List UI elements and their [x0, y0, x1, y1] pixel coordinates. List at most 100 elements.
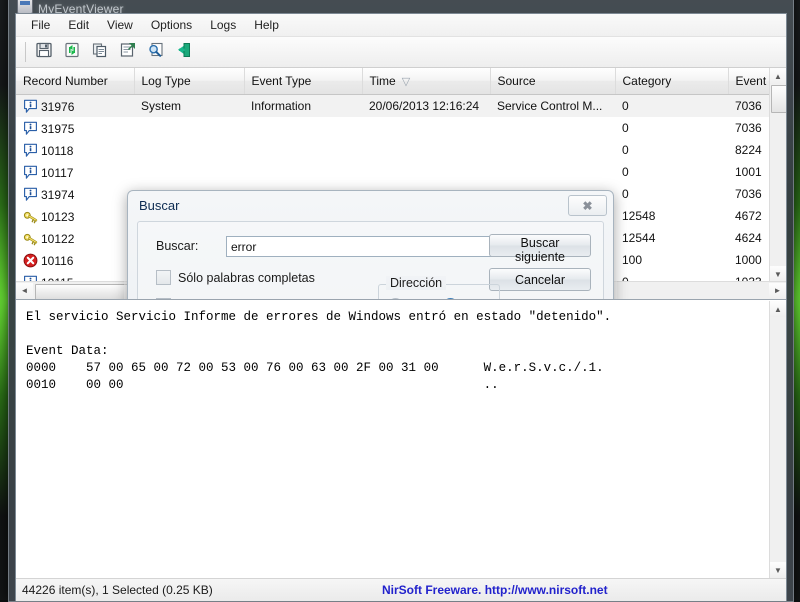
column-header-event-type[interactable]: Event Type — [244, 68, 362, 95]
cell-record-number: 10123 — [16, 205, 134, 227]
record-number-value: 10117 — [41, 166, 73, 180]
cell-event: 4624 — [728, 227, 770, 249]
event-list: Record Number Log Type Event Type Time▽ … — [16, 68, 786, 300]
find-dialog-title: Buscar — [128, 191, 613, 219]
checkbox-icon[interactable] — [156, 270, 171, 285]
cell-category: 12544 — [615, 227, 728, 249]
menu-item-file[interactable]: File — [22, 15, 59, 35]
search-input[interactable] — [226, 236, 508, 257]
find-next-button[interactable]: Buscar siguiente — [489, 234, 591, 257]
find-button[interactable] — [143, 39, 169, 65]
whole-words-checkbox-row[interactable]: Sólo palabras completas — [156, 270, 315, 285]
cell-event-type — [244, 161, 362, 183]
column-label: Event — [736, 74, 767, 88]
properties-button[interactable] — [115, 39, 141, 65]
cell-record-number: 31974 — [16, 183, 134, 205]
cell-source — [490, 161, 615, 183]
find-dialog-body: Buscar: Buscar siguiente Cancelar Sólo p… — [137, 221, 604, 300]
cell-record-number: 31975 — [16, 117, 134, 139]
close-icon[interactable]: ✖ — [568, 195, 607, 216]
whole-words-label: Sólo palabras completas — [178, 271, 315, 285]
cell-time — [362, 117, 490, 139]
cell-event: 1000 — [728, 249, 770, 271]
record-number-value: 31976 — [41, 100, 74, 114]
copy-button[interactable] — [87, 39, 113, 65]
exit-button[interactable] — [171, 39, 197, 65]
direction-legend: Dirección — [386, 276, 446, 290]
status-item-count: 44226 item(s), 1 Selected (0.25 KB) — [16, 583, 382, 597]
column-header-event[interactable]: Event — [728, 68, 770, 95]
menu-item-help[interactable]: Help — [245, 15, 288, 35]
scroll-left-icon[interactable]: ◄ — [16, 283, 33, 299]
cell-category: 0 — [615, 95, 728, 118]
save-icon — [35, 41, 53, 64]
cell-event: 4672 — [728, 205, 770, 227]
cell-record-number: 31976 — [16, 95, 134, 118]
save-button[interactable] — [31, 39, 57, 65]
find-icon — [147, 41, 165, 64]
cell-category: 0 — [615, 161, 728, 183]
column-header-category[interactable]: Category — [615, 68, 728, 95]
information-icon — [23, 187, 38, 202]
detail-vertical-scrollbar[interactable]: ▲ ▼ — [769, 301, 786, 578]
status-credit-link[interactable]: NirSoft Freeware. http://www.nirsoft.net — [382, 583, 608, 597]
refresh-icon — [63, 41, 81, 64]
table-row[interactable]: 1011808224 — [16, 139, 770, 161]
menu-bar: File Edit View Options Logs Help — [16, 14, 786, 37]
event-detail-text: El servicio Servicio Informe de errores … — [16, 301, 769, 578]
event-detail-pane: El servicio Servicio Informe de errores … — [16, 300, 786, 578]
record-number-value: 31975 — [41, 122, 74, 136]
menu-item-options[interactable]: Options — [142, 15, 201, 35]
properties-icon — [119, 41, 137, 64]
client-area: File Edit View Options Logs Help — [15, 13, 787, 601]
scroll-right-icon[interactable]: ► — [769, 283, 786, 299]
cell-record-number: 10117 — [16, 161, 134, 183]
cell-event: 7036 — [728, 183, 770, 205]
vertical-scroll-thumb[interactable] — [771, 85, 786, 113]
table-header-row: Record Number Log Type Event Type Time▽ … — [16, 68, 770, 95]
menu-item-view[interactable]: View — [98, 15, 142, 35]
column-label: Record Number — [23, 74, 108, 88]
list-vertical-scrollbar[interactable]: ▲ ▼ — [769, 68, 786, 282]
audit-success-icon — [23, 231, 38, 246]
cell-log-type: System — [134, 95, 244, 118]
information-icon — [23, 121, 38, 136]
column-header-source[interactable]: Source — [490, 68, 615, 95]
record-number-value: 10116 — [41, 254, 73, 268]
audit-success-icon — [23, 209, 38, 224]
app-icon — [17, 0, 33, 14]
table-row[interactable]: 3197507036 — [16, 117, 770, 139]
information-icon — [23, 143, 38, 158]
record-number-value: 10118 — [41, 144, 73, 158]
cell-source — [490, 139, 615, 161]
menu-item-edit[interactable]: Edit — [59, 15, 98, 35]
table-row[interactable]: 31976SystemInformation20/06/2013 12:16:2… — [16, 95, 770, 118]
cell-log-type — [134, 161, 244, 183]
app-window: MyEventViewer File Edit View Options Log… — [8, 0, 794, 602]
cell-time: 20/06/2013 12:16:24 — [362, 95, 490, 118]
scroll-down-icon[interactable]: ▼ — [770, 562, 786, 578]
cell-log-type — [134, 117, 244, 139]
cell-log-type — [134, 139, 244, 161]
cell-event: 7036 — [728, 95, 770, 118]
column-label: Time — [370, 74, 396, 88]
toolbar — [16, 37, 786, 68]
menu-item-logs[interactable]: Logs — [201, 15, 245, 35]
cell-category: 0 — [615, 183, 728, 205]
copy-icon — [91, 41, 109, 64]
cell-record-number: 10122 — [16, 227, 134, 249]
exit-icon — [175, 41, 193, 64]
cell-time — [362, 139, 490, 161]
scroll-up-icon[interactable]: ▲ — [770, 301, 786, 317]
table-row[interactable]: 1011701001 — [16, 161, 770, 183]
scroll-down-icon[interactable]: ▼ — [770, 266, 786, 282]
column-header-log-type[interactable]: Log Type — [134, 68, 244, 95]
cell-event: 8224 — [728, 139, 770, 161]
column-header-time[interactable]: Time▽ — [362, 68, 490, 95]
refresh-button[interactable] — [59, 39, 85, 65]
cell-event: 7036 — [728, 117, 770, 139]
column-header-record-number[interactable]: Record Number — [16, 68, 134, 95]
cancel-button[interactable]: Cancelar — [489, 268, 591, 291]
scroll-up-icon[interactable]: ▲ — [770, 68, 786, 84]
column-label: Source — [498, 74, 536, 88]
